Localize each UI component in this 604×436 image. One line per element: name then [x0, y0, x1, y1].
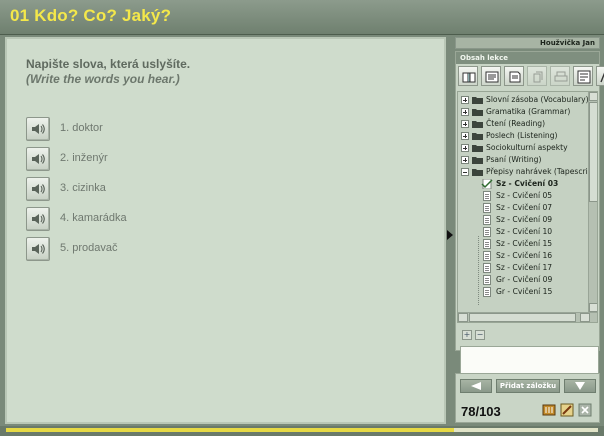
speaker-icon — [32, 124, 45, 134]
play-audio-button[interactable] — [26, 147, 50, 171]
close-button[interactable] — [578, 402, 592, 417]
book-help-icon — [542, 404, 556, 416]
status-bar — [0, 426, 604, 436]
speaker-icon — [32, 184, 45, 194]
expand-icon[interactable] — [461, 144, 469, 152]
collapse-all-button[interactable]: − — [475, 330, 485, 340]
contents-tree: Slovní zásoba (Vocabulary) Gramatika (Gr… — [457, 91, 598, 323]
print-button[interactable] — [550, 66, 570, 86]
next-page-button[interactable] — [564, 379, 596, 393]
folder-icon — [472, 121, 483, 128]
arrow-left-icon — [471, 382, 481, 390]
help-button[interactable] — [542, 402, 556, 416]
notes-field[interactable] — [460, 346, 599, 376]
close-icon — [578, 403, 592, 417]
document-icon — [483, 227, 491, 237]
word-label: 4. kamarádka — [60, 212, 127, 224]
tools-icon — [560, 403, 574, 417]
expand-icon[interactable] — [461, 132, 469, 140]
contents-toolbar — [458, 66, 604, 86]
export-button[interactable] — [573, 66, 593, 86]
checked-doc-icon — [481, 179, 493, 189]
book-button[interactable] — [458, 66, 478, 86]
scroll-up-button[interactable] — [589, 92, 597, 101]
word-label: 5. prodavač — [60, 242, 118, 254]
instruction-czech: Napište slova, která uslyšíte. — [26, 57, 191, 71]
word-label: 1. doktor — [60, 122, 103, 134]
instruction-english: (Write the words you hear.) — [26, 72, 180, 86]
tree-line — [478, 236, 479, 306]
speaker-icon — [32, 214, 45, 224]
exercise-instruction: Napište slova, která uslyšíte. (Write th… — [26, 57, 190, 86]
user-bar: Houžvička Jan — [455, 37, 600, 49]
title-bar: 01 Kdo? Co? Jaký? — [0, 0, 604, 35]
folder-icon — [472, 109, 483, 116]
play-audio-button[interactable] — [26, 237, 50, 261]
folder-open-icon — [472, 169, 483, 176]
sidebar: Houžvička Jan Obsah lekce Slovní zásoba … — [453, 37, 604, 424]
navigation-panel: Přidat záložku 78/103 — [455, 373, 600, 423]
scroll-right-button[interactable] — [580, 313, 590, 322]
contents-header-label: Obsah lekce — [460, 54, 508, 62]
lesson-progress-fill — [6, 428, 455, 432]
play-audio-button[interactable] — [26, 177, 50, 201]
expand-icon[interactable] — [461, 156, 469, 164]
tree-vertical-scrollbar[interactable] — [588, 92, 597, 312]
folder-icon — [472, 133, 483, 140]
dictionary-icon — [485, 71, 499, 83]
previous-page-button[interactable] — [460, 379, 492, 393]
tree-viewport: Slovní zásoba (Vocabulary) Gramatika (Gr… — [458, 92, 589, 312]
arrow-down-icon — [575, 382, 585, 390]
add-bookmark-button[interactable]: Přidat záložku — [496, 379, 560, 393]
copy-button[interactable] — [527, 66, 547, 86]
lesson-progress-bar — [6, 428, 598, 432]
contents-header: Obsah lekce — [456, 52, 599, 64]
exercise-panel: Napište slova, která uslyšíte. (Write th… — [5, 37, 446, 424]
scroll-thumb[interactable] — [469, 313, 576, 322]
folder-icon — [472, 97, 483, 104]
folder-icon — [472, 145, 483, 152]
document-icon — [483, 263, 491, 273]
notes-button[interactable] — [504, 66, 524, 86]
copy-icon — [533, 71, 543, 83]
speaker-icon — [32, 154, 45, 164]
play-audio-button[interactable] — [26, 207, 50, 231]
lesson-title: 01 Kdo? Co? Jaký? — [10, 6, 172, 25]
export-icon — [577, 70, 591, 84]
word-label: 3. cizinka — [60, 182, 106, 194]
folder-icon — [472, 157, 483, 164]
document-icon — [483, 215, 491, 225]
expand-icon[interactable] — [461, 108, 469, 116]
word-label: 2. inženýr — [60, 152, 108, 164]
pencil-icon — [600, 72, 604, 83]
notebook-icon — [509, 71, 521, 83]
expand-icon[interactable] — [461, 120, 469, 128]
play-audio-button[interactable] — [26, 117, 50, 141]
document-icon — [483, 191, 491, 201]
book-icon — [462, 72, 476, 83]
scroll-thumb[interactable] — [589, 102, 597, 202]
lesson-contents-panel: Obsah lekce Slovní zásoba (Vocabulary) G… — [455, 51, 604, 376]
tools-button[interactable] — [560, 402, 574, 417]
user-name: Houžvička Jan — [540, 39, 595, 47]
edit-button[interactable] — [596, 66, 604, 86]
scroll-left-button[interactable] — [458, 313, 468, 322]
document-icon — [483, 275, 491, 285]
document-icon — [483, 203, 491, 213]
speaker-icon — [32, 244, 45, 254]
tree-horizontal-scrollbar[interactable] — [458, 312, 597, 322]
document-icon — [483, 251, 491, 261]
page-counter: 78/103 — [461, 404, 501, 419]
document-icon — [483, 239, 491, 249]
dictionary-button[interactable] — [481, 66, 501, 86]
document-icon — [483, 287, 491, 297]
expand-icon[interactable] — [461, 96, 469, 104]
collapse-icon[interactable] — [461, 168, 469, 176]
expand-all-button[interactable]: + — [462, 330, 472, 340]
print-icon — [554, 71, 568, 82]
scroll-down-button[interactable] — [589, 303, 597, 312]
